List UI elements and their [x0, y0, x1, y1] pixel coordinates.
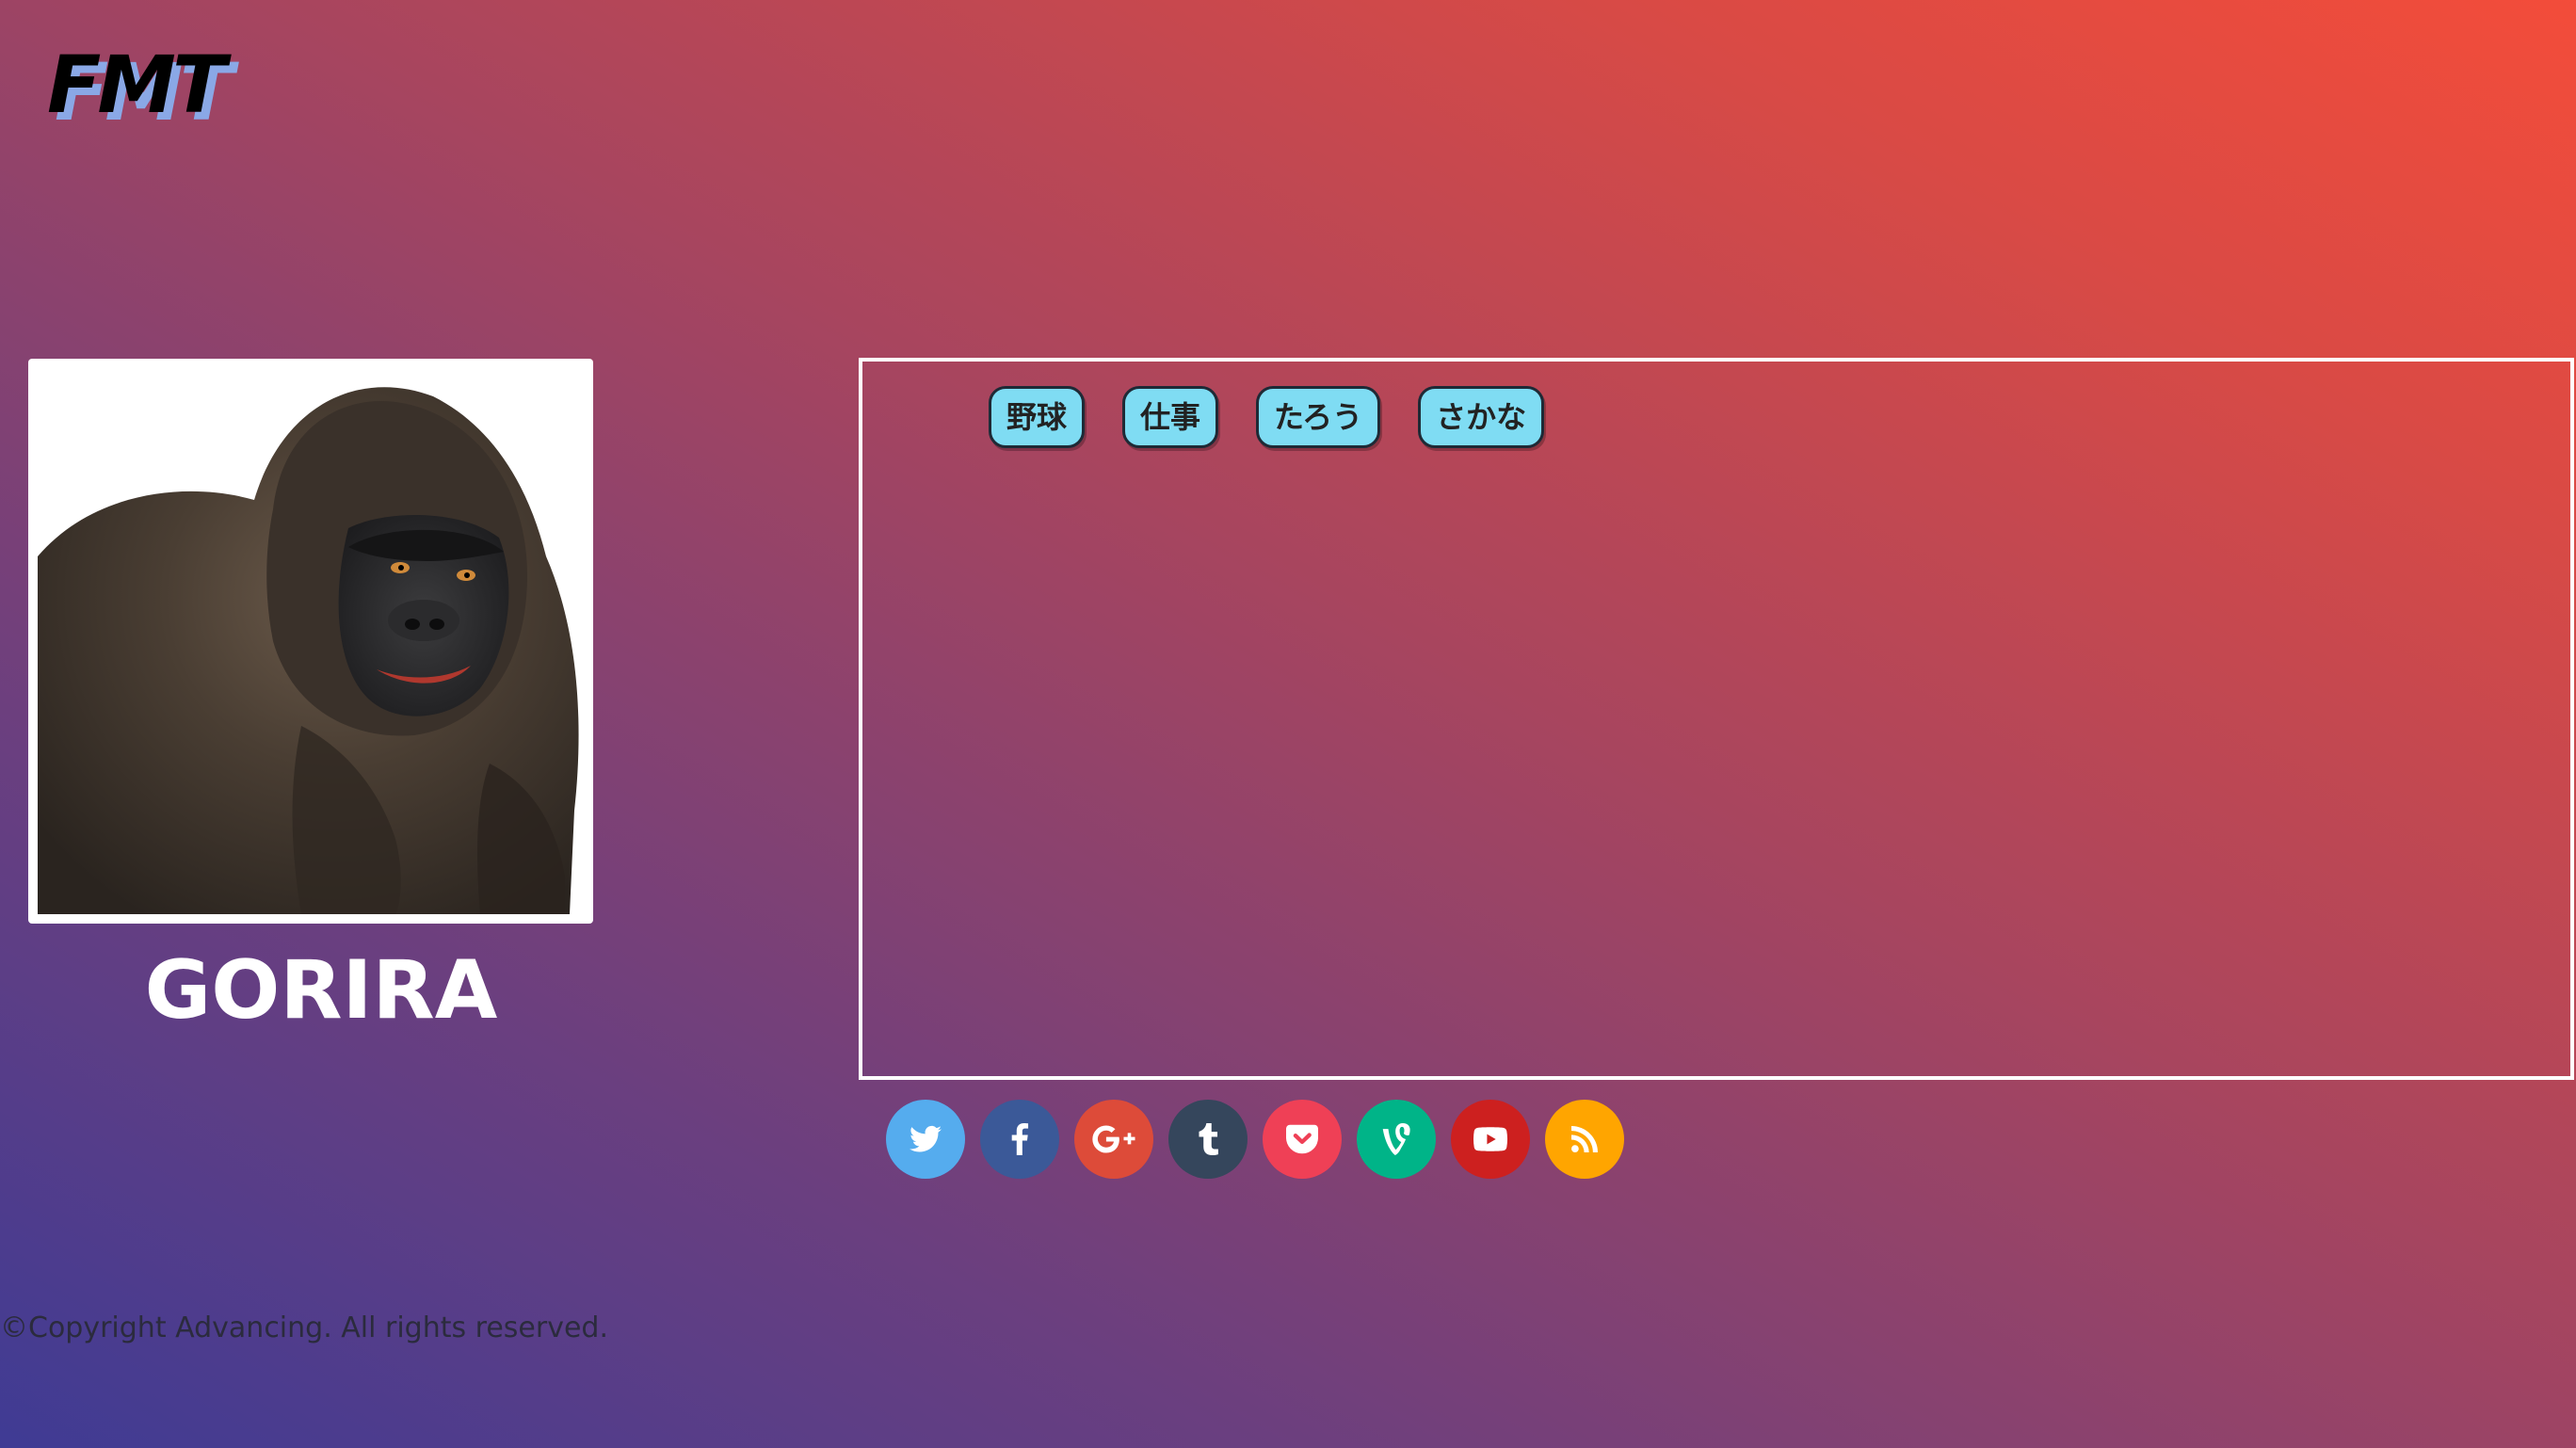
tumblr-button[interactable]: [1168, 1100, 1248, 1179]
facebook-button[interactable]: [980, 1100, 1059, 1179]
logo-text: FMT: [47, 39, 226, 131]
twitter-icon: [910, 1125, 942, 1152]
vine-icon: [1382, 1123, 1410, 1155]
rss-icon: [1571, 1126, 1598, 1152]
social-links: [886, 1100, 1624, 1179]
google-plus-icon: [1092, 1125, 1135, 1153]
content-panel: 野球 仕事 たろう さかな: [859, 358, 2574, 1080]
google-plus-button[interactable]: [1074, 1100, 1153, 1179]
pocket-icon: [1286, 1124, 1318, 1154]
copyright-text: ©Copyright Advancing. All rights reserve…: [0, 1311, 608, 1344]
gorilla-image: [38, 368, 584, 914]
tag-item[interactable]: たろう: [1256, 386, 1381, 448]
tumblr-icon: [1199, 1123, 1218, 1155]
youtube-button[interactable]: [1451, 1100, 1530, 1179]
profile-image-card: [28, 359, 593, 924]
pocket-button[interactable]: [1263, 1100, 1342, 1179]
facebook-icon: [1011, 1123, 1029, 1155]
tag-item[interactable]: さかな: [1418, 386, 1545, 448]
youtube-icon: [1473, 1127, 1507, 1151]
rss-button[interactable]: [1545, 1100, 1624, 1179]
twitter-button[interactable]: [886, 1100, 965, 1179]
site-logo[interactable]: FMT FMT: [47, 45, 245, 139]
profile-name: GORIRA: [144, 943, 498, 1038]
tag-list: 野球 仕事 たろう さかな: [989, 386, 1545, 448]
vine-button[interactable]: [1357, 1100, 1436, 1179]
tag-item[interactable]: 仕事: [1122, 386, 1219, 448]
tag-item[interactable]: 野球: [989, 386, 1086, 448]
